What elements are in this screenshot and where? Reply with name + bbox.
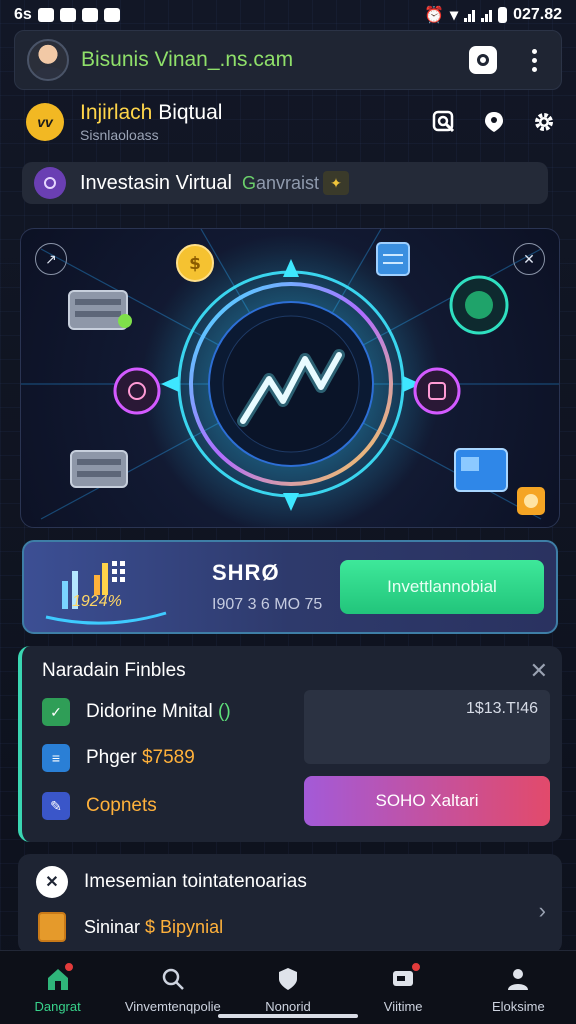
panel-item-market[interactable]: ✓ Didorine Mnital () (42, 698, 231, 726)
status-bar: 6s ⏰ ▾ 027.82 (0, 0, 576, 30)
action-button[interactable]: SOHO Xaltari (304, 776, 550, 826)
profile-icon (504, 965, 532, 993)
panel-item-text: Didorine Mnital (86, 701, 213, 722)
panel-item-label: Phger $7589 (86, 747, 195, 769)
search-text: Investasin Virtual (80, 171, 232, 194)
card-subrow: Sininar $ Bipynial (38, 912, 223, 942)
growth-chart-icon: 1924% (36, 549, 176, 625)
search-avatar-icon (34, 167, 66, 199)
search-extra-rest: anvraist (255, 172, 319, 193)
tab-label: Nonorid (265, 999, 311, 1014)
hero-banner: $ ↗ ✕ (20, 228, 560, 528)
panel-title: Naradain Finbles (42, 660, 186, 681)
panel-item-text: Phger (86, 747, 142, 768)
shield-icon (274, 965, 302, 993)
svg-text:$: $ (189, 254, 201, 274)
panel-item-amount: $7589 (141, 747, 195, 768)
tab-label: Eloksime (491, 999, 545, 1014)
profile-name-highlight: Injirlach (80, 101, 153, 124)
tab-label: Vinvemtenqpolie (124, 999, 221, 1014)
tab-security[interactable]: Nonorid (233, 965, 343, 1014)
alarm-icon: ⏰ (424, 7, 445, 24)
tab-profile[interactable]: Eloksime (463, 965, 573, 1014)
notification-badge (62, 961, 75, 973)
status-time: 027.82 (513, 6, 562, 23)
value-display: 1$13.T!46 (304, 690, 550, 764)
profile-name-rest: Biqtual (152, 101, 223, 124)
growth-percent: 1924% (72, 593, 122, 610)
card-sub-label: Sininar (84, 916, 146, 937)
tab-messages[interactable]: Viitime (348, 961, 458, 1014)
header-actions (432, 110, 556, 134)
app-bar: Bisunis Vinan_.ns.cam (14, 30, 562, 90)
card-sub-highlight: $ Bipynial (145, 916, 224, 937)
search-icon (159, 965, 187, 993)
status-carrier: 6s (14, 6, 32, 23)
search-extra-green: G (241, 172, 256, 193)
document-icon: ≡ (42, 744, 70, 772)
profile-subtitle: Sisnlaoloass (80, 127, 159, 143)
tools-icon: ✕ (36, 866, 68, 898)
chevron-right-icon[interactable]: › (539, 898, 546, 924)
signal-icon (464, 8, 476, 22)
notification-icon (59, 8, 76, 22)
panel-value: 1$13.T!46 (465, 700, 538, 717)
search-bar[interactable]: Investasin Virtual Ganvraist ✦ (22, 162, 548, 204)
avatar[interactable] (27, 39, 69, 81)
invest-button[interactable]: Invettlannobial (340, 560, 544, 614)
home-indicator[interactable] (218, 1014, 358, 1018)
settings-icon[interactable] (532, 110, 556, 134)
battery-icon (498, 7, 508, 23)
bar-chart-icon (45, 561, 167, 625)
card-subtitle: Sininar $ Bipynial (84, 917, 223, 938)
panel-item-price[interactable]: ≡ Phger $7589 (42, 744, 195, 772)
notification-icon (103, 8, 120, 22)
tab-home[interactable]: Dangrat (3, 961, 113, 1014)
investment-card[interactable]: ✕ Imesemian tointatenoarias Sininar $ Bi… (18, 854, 562, 954)
stats-summary: SHRØ I907 3 6 МО 75 (212, 560, 340, 614)
close-icon[interactable]: ✕ (530, 658, 548, 684)
stats-code: SHRØ (212, 560, 280, 585)
stats-card: 1924% SHRØ I907 3 6 МО 75 Invettlannobia… (22, 540, 558, 634)
rocket-icon[interactable]: ✦ (322, 171, 349, 195)
tab-bar: Dangrat Vinvemtenqpolie Nonorid Viitime … (0, 950, 576, 1024)
wifi-icon: ▾ (450, 7, 459, 24)
checklist-icon: ✓ (42, 698, 70, 726)
panel-item-components[interactable]: ✎ Copnets (42, 792, 157, 820)
expand-icon[interactable]: ↗ (35, 243, 67, 275)
profile-header: vv Injirlach Biqtual Sisnlaoloass (26, 98, 556, 146)
panel-item-label: Copnets (86, 795, 157, 817)
tab-label: Viitime (383, 999, 423, 1014)
finance-panel: Naradain Finbles ✕ ✓ Didorine Mnital () … (18, 646, 562, 842)
edit-icon: ✎ (42, 792, 70, 820)
panel-item-suffix: () (218, 701, 231, 722)
hero-illustration: $ (21, 229, 559, 527)
signal-icon (481, 8, 493, 22)
tab-search[interactable]: Vinvemtenqpolie (118, 965, 228, 1014)
stats-subtext: I907 3 6 МО 75 (212, 596, 323, 613)
panel-item-text: Copnets (86, 795, 157, 816)
profile-text: Injirlach Biqtual Sisnlaoloass (80, 101, 432, 143)
profile-name: Injirlach Biqtual (80, 101, 432, 125)
notification-badge (410, 961, 423, 973)
camera-icon[interactable] (469, 46, 497, 74)
brand-logo: vv (26, 103, 64, 141)
location-icon[interactable] (482, 110, 506, 134)
notification-icon (81, 8, 98, 22)
card-header: ✕ Imesemian tointatenoarias (36, 866, 307, 898)
more-options-icon[interactable] (519, 45, 549, 75)
notification-icon (37, 8, 54, 22)
card-title: Imesemian tointatenoarias (84, 871, 307, 892)
status-right: ⏰ ▾ 027.82 (424, 5, 562, 25)
app-title: Bisunis Vinan_.ns.cam (81, 48, 294, 71)
panel-item-label: Didorine Mnital () (86, 701, 231, 723)
tab-label: Dangrat (34, 999, 81, 1014)
close-icon[interactable]: ✕ (513, 243, 545, 275)
search-icon[interactable] (432, 110, 456, 134)
search-extra: Ganvraist (242, 173, 319, 194)
calculator-icon (38, 912, 66, 942)
status-left: 6s (14, 6, 120, 24)
